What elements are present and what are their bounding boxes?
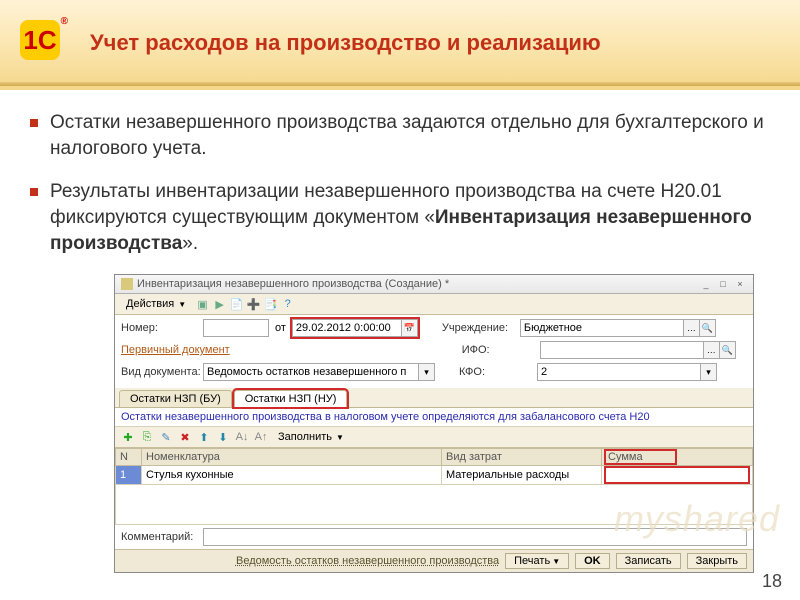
bullet-2: Результаты инвентаризации незавершенного… [30,179,770,256]
maximize-button[interactable]: □ [716,279,730,289]
bullet-1: Остатки незавершенного производства зада… [30,110,770,161]
cell-sum-highlight [606,468,748,482]
doctype-dropdown[interactable]: ▾ [419,363,435,381]
comment-row: Комментарий: [115,525,753,549]
col-n[interactable]: N [116,449,142,466]
tab-nu[interactable]: Остатки НЗП (НУ) [234,390,348,407]
basis-icon[interactable]: 📄 [229,297,244,312]
help-icon[interactable]: ? [280,297,295,312]
institution-input[interactable] [520,319,684,337]
chevron-down-icon: ▼ [178,300,186,309]
sort-desc-icon[interactable]: A↑ [252,429,270,445]
ifo-select[interactable]: … [704,341,720,359]
doctype-label: Вид документа: [121,366,203,378]
col-sum[interactable]: Сумма [602,449,753,466]
actions-bar: Действия ▼ ▣ ▶ 📄 ➕ 📑 ? [115,294,753,315]
fill-label: Заполнить [278,431,332,443]
hint-bar: Остатки незавершенного производства в на… [115,408,753,427]
window-title-text: Инвентаризация незавершенного производст… [137,278,696,290]
sort-asc-icon[interactable]: A↓ [233,429,251,445]
ifo-label: ИФО: [462,344,540,356]
cell-sum[interactable] [602,466,753,485]
institution-select[interactable]: … [684,319,700,337]
comment-input[interactable] [203,528,747,546]
logo-1c: 1С [18,18,62,62]
window-titlebar: Инвентаризация незавершенного производст… [115,275,753,294]
bullet-icon [30,188,38,196]
ok-button[interactable]: OK [575,553,610,569]
table-toolbar: ✚ ⎘ ✎ ✖ ⬆ ⬇ A↓ A↑ Заполнить ▼ [115,427,753,448]
grid-blank [115,485,753,525]
window-icon [121,278,133,290]
institution-label: Учреждение: [442,322,520,334]
kfo-dropdown[interactable]: ▾ [701,363,717,381]
minimize-button[interactable]: _ [699,279,713,289]
cell-cost-type[interactable]: Материальные расходы [442,466,602,485]
app-window: Инвентаризация незавершенного производст… [114,274,754,573]
grid: N Номенклатура Вид затрат Сумма 1 Стулья… [115,448,753,485]
primary-doc-section: Первичный документ [121,344,230,356]
close-button[interactable]: × [733,279,747,289]
print-label: Печать [514,555,550,567]
copy-icon[interactable]: ➕ [246,297,261,312]
delete-row-icon[interactable]: ✖ [176,429,194,445]
col-nomen[interactable]: Номенклатура [142,449,442,466]
logo-text: 1С [20,20,60,60]
close-form-button[interactable]: Закрыть [687,553,747,569]
tab-bu[interactable]: Остатки НЗП (БУ) [119,390,232,407]
slide-content: Остатки незавершенного производства зада… [0,90,800,573]
bullet-2-post: ». [182,233,198,254]
edit-row-icon[interactable]: ✎ [157,429,175,445]
cell-n[interactable]: 1 [116,466,142,485]
col-cost-type[interactable]: Вид затрат [442,449,602,466]
form-area: Номер: от 📅 Учреждение: … 🔍 Первичный до… [115,315,753,388]
from-label: от [275,322,286,334]
doctype-input[interactable] [203,363,419,381]
ifo-search[interactable]: 🔍 [720,341,736,359]
bullet-1-text: Остатки незавершенного производства зада… [50,110,770,161]
comment-label: Комментарий: [121,531,203,543]
ifo-input[interactable] [540,341,704,359]
bullet-icon [30,119,38,127]
institution-search[interactable]: 🔍 [700,319,716,337]
page-number: 18 [762,571,782,592]
col-sum-label: Сумма [606,451,675,463]
bullet-2-text: Результаты инвентаризации незавершенного… [50,179,770,256]
date-input[interactable] [292,319,402,337]
actions-menu[interactable]: Действия ▼ [119,296,193,312]
chevron-down-icon: ▼ [552,557,560,566]
move-down-icon[interactable]: ⬇ [214,429,232,445]
kfo-label: КФО: [459,366,537,378]
bottom-bar: Ведомость остатков незавершенного произв… [115,549,753,572]
table-row[interactable]: 1 Стулья кухонные Материальные расходы [116,466,753,485]
report-icon[interactable]: 📑 [263,297,278,312]
slide-header: 1С Учет расходов на производство и реали… [0,0,800,90]
date-highlight: 📅 [292,319,418,337]
print-menu[interactable]: Печать▼ [505,553,569,569]
date-picker-btn[interactable]: 📅 [402,319,418,337]
number-label: Номер: [121,322,203,334]
tabbar: Остатки НЗП (БУ) Остатки НЗП (НУ) [115,388,753,408]
number-input[interactable] [203,319,269,337]
save-icon[interactable]: ▣ [195,297,210,312]
add-row-icon[interactable]: ✚ [119,429,137,445]
actions-label: Действия [126,298,174,310]
kfo-input[interactable] [537,363,701,381]
slide-title: Учет расходов на производство и реализац… [90,30,601,56]
save-button[interactable]: Записать [616,553,681,569]
fill-menu[interactable]: Заполнить ▼ [271,429,351,445]
post-icon[interactable]: ▶ [212,297,227,312]
copy-row-icon[interactable]: ⎘ [138,429,156,445]
move-up-icon[interactable]: ⬆ [195,429,213,445]
chevron-down-icon: ▼ [336,433,344,442]
cell-nomen[interactable]: Стулья кухонные [142,466,442,485]
print-form-link[interactable]: Ведомость остатков незавершенного произв… [236,555,499,567]
header-rule [0,82,800,86]
